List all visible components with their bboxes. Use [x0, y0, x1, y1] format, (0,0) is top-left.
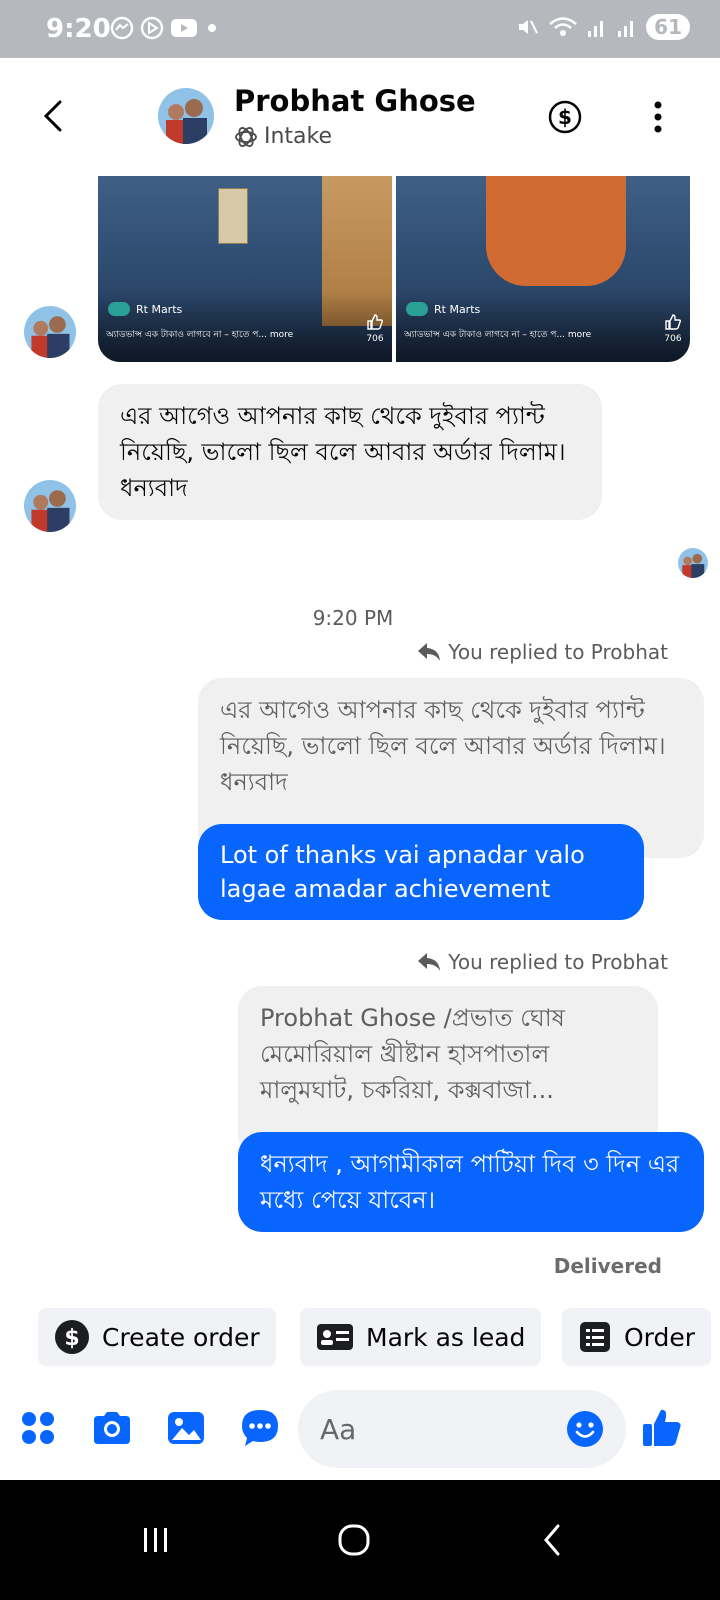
more-icon[interactable]: [652, 98, 664, 136]
messenger-icon: [110, 16, 134, 40]
camera-icon[interactable]: [90, 1406, 134, 1450]
caption-text: অ্যাডভান্স এক টাকাও লাগবে না – হাতে প...: [404, 330, 565, 340]
reply-icon: [418, 643, 441, 661]
brand-name: Rt Marts: [136, 302, 183, 316]
like-icon[interactable]: [640, 1406, 684, 1450]
image-likes: 706: [366, 313, 384, 344]
caption-more: more: [567, 330, 592, 340]
order-label: Order: [624, 1322, 696, 1352]
status-bar: 9:20 61: [0, 0, 720, 58]
likes-count: 706: [664, 334, 682, 344]
message-timestamp: 9:20 PM: [312, 606, 394, 630]
order-list-icon: [580, 1322, 610, 1352]
reply-icon: [418, 953, 441, 971]
mark-as-lead-label: Mark as lead: [366, 1322, 526, 1352]
status-time: 9:20: [46, 14, 111, 44]
brand-logo: [406, 302, 428, 316]
shared-images[interactable]: Rt Marts অ্যাডভান্স এক টাকাও লাগবে না – …: [98, 176, 690, 362]
intake-label: Intake: [264, 124, 333, 149]
caption-text: অ্যাডভান্স এক টাকাও লাগবে না – হাতে প...: [106, 330, 267, 340]
reply-label-text: You replied to Probhat: [448, 640, 668, 664]
message-composer: [0, 1386, 720, 1476]
battery-icon: 61: [646, 14, 690, 40]
signal-icon: [618, 21, 634, 37]
image-brand: Rt Marts: [108, 302, 182, 316]
shared-image-1[interactable]: Rt Marts অ্যাডভান্স এক টাকাও লাগবে না – …: [98, 176, 392, 362]
caption-more: more: [269, 330, 294, 340]
sender-avatar[interactable]: [24, 306, 76, 358]
seen-avatar: [678, 548, 708, 578]
image-brand: Rt Marts: [406, 302, 480, 316]
apps-icon[interactable]: [16, 1406, 60, 1450]
reply-label-text: You replied to Probhat: [448, 950, 668, 974]
svg-text:$: $: [64, 1326, 79, 1351]
sender-avatar[interactable]: [24, 480, 76, 532]
shared-image-2[interactable]: Rt Marts অ্যাডভান্স এক টাকাও লাগবে না – …: [396, 176, 690, 362]
conversation-header: Probhat Ghose Intake $: [0, 58, 720, 176]
chat-bubble-icon[interactable]: [238, 1406, 282, 1450]
back-icon[interactable]: [36, 94, 72, 138]
likes-count: 706: [366, 334, 384, 344]
nav-back-icon[interactable]: [522, 1510, 582, 1570]
image-detail-tag: [218, 188, 248, 244]
like-outline-icon: [665, 314, 682, 330]
create-order-button[interactable]: $ Create order: [38, 1308, 276, 1366]
dot-icon: [208, 24, 216, 32]
system-icons: 61: [516, 14, 690, 40]
youtube-icon: [171, 19, 197, 37]
notification-icons: [110, 16, 220, 40]
reply-label: You replied to Probhat: [416, 640, 668, 664]
home-icon[interactable]: [324, 1510, 384, 1570]
image-caption: অ্যাডভান্স এক টাকাও লাগবে না – হাতে প...…: [106, 327, 326, 342]
brand-name: Rt Marts: [434, 302, 481, 316]
quick-actions-bar: $ Create order Mark as lead Order: [0, 1306, 720, 1368]
signal-icon: [588, 21, 604, 37]
incoming-message[interactable]: এর আগেও আপনার কাছ থেকে দুইবার প্যান্ট নি…: [98, 384, 602, 520]
like-outline-icon: [367, 314, 384, 330]
image-caption: অ্যাডভান্স এক টাকাও লাগবে না – হাতে প...…: [404, 327, 624, 342]
mute-icon: [519, 20, 539, 34]
wifi-icon: [549, 17, 577, 36]
create-order-label: Create order: [102, 1322, 260, 1352]
contact-card-icon: [317, 1324, 353, 1350]
dollar-icon[interactable]: $: [548, 100, 582, 134]
gallery-icon[interactable]: [164, 1406, 208, 1450]
delivery-status: Delivered: [553, 1254, 662, 1278]
recents-icon[interactable]: [126, 1510, 186, 1570]
avatar[interactable]: [158, 88, 214, 144]
system-nav-bar: [0, 1480, 720, 1600]
dollar-icon: $: [55, 1320, 89, 1354]
outgoing-message[interactable]: Lot of thanks vai apnadar valo lagae ama…: [198, 824, 644, 920]
intake-icon: [235, 126, 257, 147]
brand-logo: [108, 302, 130, 316]
mark-as-lead-button[interactable]: Mark as lead: [300, 1308, 542, 1366]
contact-subtitle: Intake: [234, 124, 332, 149]
image-likes: 706: [664, 313, 682, 344]
image-detail-shirt: [486, 176, 626, 286]
outgoing-message[interactable]: ধন্যবাদ , আগামীকাল পাটিয়া দিব ৩ দিন এর …: [238, 1132, 704, 1232]
order-button[interactable]: Order: [562, 1308, 712, 1366]
play-icon: [140, 16, 164, 40]
svg-text:$: $: [558, 105, 572, 129]
emoji-icon[interactable]: [566, 1410, 604, 1448]
reply-label: You replied to Probhat: [416, 950, 668, 974]
contact-name[interactable]: Probhat Ghose: [234, 84, 476, 118]
